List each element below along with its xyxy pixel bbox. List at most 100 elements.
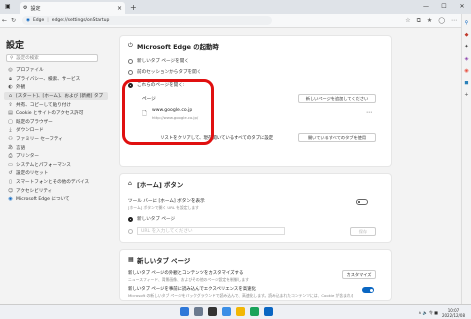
edge-taskbar-icon[interactable]: [250, 307, 259, 316]
use-open-tabs-button[interactable]: 開いているすべてのタブを使用: [298, 133, 376, 142]
tab-title: 設定: [30, 5, 41, 12]
preload-toggle[interactable]: [362, 287, 374, 293]
home-heading: [ホーム] ボタン: [137, 181, 184, 189]
toolbar-icons: ☆ ⧉ ★ ◯ ⋯: [405, 14, 457, 27]
home-toolbar-sub: [ホーム] ボタンで開く URL を設定します: [128, 205, 199, 210]
maximize-button[interactable]: ☐: [435, 0, 453, 14]
sidebar-item-label: スマートフォンとその他のデバイス: [16, 180, 90, 186]
sidebar-item[interactable]: ▯ スマートフォンとその他のデバイス: [4, 178, 108, 187]
favorites-star-icon[interactable]: ☆: [405, 17, 410, 24]
url-field[interactable]: ◉ Edge | edge://settings/onStartup: [22, 16, 272, 25]
sidebar-add-icon[interactable]: +: [464, 92, 468, 98]
window-menu-icon[interactable]: ▣: [5, 3, 11, 10]
settings-search-input[interactable]: ⚲ 設定の検索: [6, 54, 98, 62]
sidebar-item-label: プリンター: [16, 154, 39, 160]
home-icon: ⌂: [8, 93, 13, 100]
sidebar-item[interactable]: ⎙ プリンター: [4, 152, 108, 161]
radio-home-url[interactable]: URL を入力してください: [128, 227, 285, 235]
preload-sub: Microsoft の新しいタブ ページをバックグラウンドで読み込んで、高速化し…: [128, 293, 353, 298]
download-icon: ⤓: [9, 127, 12, 134]
edge-logo-icon: ◉: [26, 18, 30, 23]
sidebar-item-label: プロファイル: [16, 68, 44, 74]
url-text: edge://settings/onStartup: [51, 18, 110, 23]
sidebar-outlook-icon[interactable]: ◼: [464, 80, 468, 86]
back-icon[interactable]: ←: [0, 17, 9, 24]
taskbar-apps: [180, 307, 273, 316]
sidebar-item[interactable]: ▭ システムとパフォーマンス: [4, 161, 108, 170]
sidebar-item[interactable]: ⚇ ファミリー セーフティ: [4, 135, 108, 144]
sidebar-item[interactable]: ⇪ 共有、コピーして貼り付け: [4, 100, 108, 109]
radio-previous-session[interactable]: 前のセッションからタブを開く: [128, 69, 201, 75]
sidebar-item[interactable]: ⌂ [スタート]、[ホーム]、および [新規] タブ: [4, 91, 108, 101]
task-view-icon[interactable]: [208, 307, 217, 316]
new-tab-button[interactable]: +: [130, 3, 137, 12]
close-window-button[interactable]: ✕: [453, 0, 471, 14]
tab-close-icon[interactable]: ×: [117, 5, 122, 12]
start-icon[interactable]: [180, 307, 189, 316]
settings-gear-icon: ⚙: [23, 5, 28, 11]
explorer-icon[interactable]: [236, 307, 245, 316]
profile-icon: ◎: [8, 67, 13, 74]
sidebar-games-icon[interactable]: ◈: [465, 56, 469, 62]
taskbar-search-icon[interactable]: [194, 307, 203, 316]
page-title: 設定: [6, 41, 25, 51]
home-url-input[interactable]: URL を入力してください: [137, 227, 285, 235]
more-options-icon[interactable]: ⋯: [366, 109, 372, 116]
tray-icons[interactable]: ∧ 🔈 令 ■: [418, 310, 438, 316]
sidebar-item[interactable]: ☺ アクセシビリティ: [4, 186, 108, 195]
store-icon[interactable]: [264, 307, 273, 316]
minimize-button[interactable]: —: [417, 0, 435, 14]
radio-home-new-tab[interactable]: 新しいタブ ページ: [128, 216, 175, 222]
accessibility-icon: ☺: [8, 187, 14, 194]
sidebar-item[interactable]: ◎ プロファイル: [4, 66, 108, 75]
power-icon: ⏻: [128, 42, 133, 49]
customize-sub: ニュースフィード、背景画像、およびその他のページ設定を制御します: [128, 277, 250, 282]
settings-nav: 設定 ⚲ 設定の検索 ◎ プロファイル 🔒︎ プライバシー、検索、サービス ◐ 外観 ⌂ [ス…: [0, 28, 110, 304]
sidebar-item[interactable]: ⤓ ダウンロード: [4, 126, 108, 135]
sidebar-item-label: 設定のリセット: [16, 171, 49, 177]
clock[interactable]: 10:07 2022/12/08: [442, 308, 465, 318]
sidebar-item[interactable]: 🔒︎ プライバシー、検索、サービス: [4, 75, 108, 84]
home-button-toggle[interactable]: [356, 199, 368, 205]
radio-circle: [128, 69, 133, 75]
menu-dots-icon[interactable]: ⋯: [451, 17, 457, 24]
highlight-box: [122, 79, 214, 145]
new-tab-heading: 新しいタブ ページ: [137, 257, 191, 265]
add-page-button[interactable]: 新しいページを追加してください: [298, 94, 376, 103]
refresh-icon[interactable]: ↻: [9, 17, 18, 24]
sidebar-item[interactable]: ◉ Microsoft Edge について: [4, 195, 108, 204]
radio-new-tab[interactable]: 新しいタブ ページを開く: [128, 58, 189, 64]
sidebar-item-label: システムとパフォーマンス: [16, 162, 71, 168]
startup-heading: Microsoft Edge の起動時: [137, 43, 219, 51]
home-toolbar-label: ツール バーに [ホーム] ボタンを表示: [128, 199, 205, 204]
edge-sidebar: ⚲ ◆ ✦ ◈ ◉ ◼ +: [461, 14, 471, 304]
settings-page: 設定 ⚲ 設定の検索 ◎ プロファイル 🔒︎ プライバシー、検索、サービス ◐ 外観 ⌂ [ス…: [0, 28, 461, 304]
radio-circle: [128, 58, 133, 64]
sidebar-shopping-icon[interactable]: ◆: [465, 32, 469, 38]
sidebar-item-label: 外観: [16, 85, 26, 91]
widgets-icon[interactable]: [222, 307, 231, 316]
customize-button[interactable]: カスタマイズ: [342, 270, 376, 279]
browser-tab[interactable]: ⚙ 設定 ×: [20, 2, 125, 14]
save-button[interactable]: 保存: [350, 227, 376, 236]
taskbar: ∧ 🔈 令 ■ 10:07 2022/12/08: [0, 304, 471, 319]
sidebar-item-label: プライバシー、検索、サービス: [16, 76, 81, 82]
collections-icon[interactable]: ⧉: [417, 17, 421, 25]
favorites-bar-icon[interactable]: ★: [427, 17, 432, 24]
sidebar-item[interactable]: ↺ 設定のリセット: [4, 169, 108, 178]
cookie-icon: ▤: [8, 110, 13, 117]
share-icon: ⇪: [8, 101, 13, 108]
sidebar-office-icon[interactable]: ◉: [464, 68, 468, 74]
sidebar-item[interactable]: あ言語: [4, 143, 108, 152]
sidebar-item[interactable]: ▤ Cookie とサイトのアクセス許可: [4, 109, 108, 118]
title-bar: ▣ ⚙ 設定 × + — ☐ ✕: [0, 0, 471, 14]
window-controls: — ☐ ✕: [417, 0, 471, 14]
settings-main: ⏻ Microsoft Edge の起動時 新しいタブ ページを開く 前のセッシ…: [120, 28, 450, 304]
sidebar-item[interactable]: ◐ 外観: [4, 83, 108, 92]
sidebar-tools-icon[interactable]: ✦: [464, 44, 468, 50]
sidebar-search-icon[interactable]: ⚲: [465, 20, 469, 26]
sidebar-item[interactable]: ▢ 既定のブラウザー: [4, 118, 108, 127]
home-card: ⌂ [ホーム] ボタン ツール バーに [ホーム] ボタンを表示 [ホーム] ボ…: [120, 174, 391, 242]
profile-avatar-icon[interactable]: ◯: [438, 17, 445, 24]
radio-circle-selected: [128, 216, 133, 222]
